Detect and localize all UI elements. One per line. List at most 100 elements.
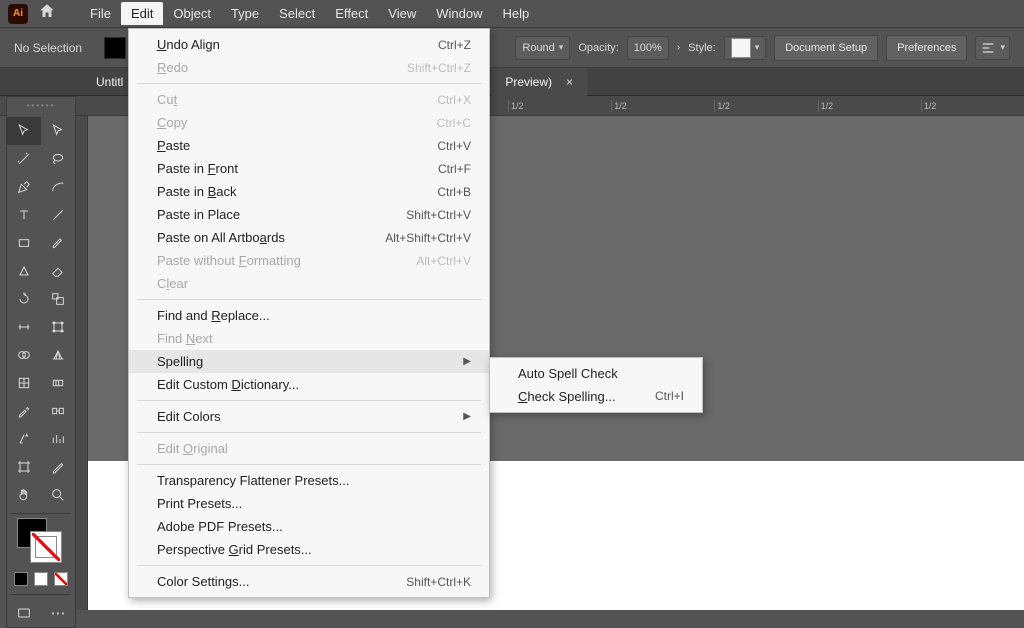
color-mode-gradient[interactable] [34, 572, 48, 586]
menu-item-label: Print Presets... [157, 496, 242, 511]
opacity-value: 100% [634, 42, 662, 54]
symbol-sprayer-tool[interactable] [7, 425, 41, 453]
lasso-tool[interactable] [41, 145, 75, 173]
mesh-tool[interactable] [7, 369, 41, 397]
menu-item-label: Adobe PDF Presets... [157, 519, 283, 534]
menu-item-color-settings[interactable]: Color Settings...Shift+Ctrl+K [129, 570, 489, 593]
menu-item-label: Cut [157, 92, 177, 107]
menu-item-copy: CopyCtrl+C [129, 111, 489, 134]
cap-dropdown[interactable]: Round ▾ [515, 36, 570, 60]
document-tab[interactable]: Preview) × [491, 68, 587, 96]
opacity-field[interactable]: 100% [627, 36, 669, 60]
slice-tool[interactable] [41, 453, 75, 481]
menu-view[interactable]: View [378, 2, 426, 25]
perspective-grid-tool[interactable] [41, 341, 75, 369]
menu-item-paste-in-back[interactable]: Paste in BackCtrl+B [129, 180, 489, 203]
chevron-down-icon: ▾ [559, 42, 564, 53]
color-mode-none[interactable] [54, 572, 68, 586]
blend-tool[interactable] [41, 397, 75, 425]
edit-menu-dropdown: Undo AlignCtrl+ZRedoShift+Ctrl+ZCutCtrl+… [128, 28, 490, 598]
menu-item-label: Perspective Grid Presets... [157, 542, 312, 557]
menu-select[interactable]: Select [269, 2, 325, 25]
menu-item-paste-on-all-artboards[interactable]: Paste on All ArtboardsAlt+Shift+Ctrl+V [129, 226, 489, 249]
shape-builder-tool[interactable] [7, 341, 41, 369]
align-menu[interactable]: ▾ [975, 36, 1010, 60]
menu-item-edit-custom-dictionary[interactable]: Edit Custom Dictionary... [129, 373, 489, 396]
curvature-tool[interactable] [41, 173, 75, 201]
menu-edit[interactable]: Edit [121, 2, 163, 25]
panel-grip-icon[interactable]: •••••• [27, 101, 56, 110]
zoom-tool[interactable] [41, 481, 75, 509]
selection-label: No Selection [14, 41, 82, 55]
menu-item-edit-original: Edit Original [129, 437, 489, 460]
close-tab-icon[interactable]: × [566, 75, 573, 89]
style-dropdown[interactable]: ▾ [724, 36, 767, 60]
menu-item-transparency-flattener-presets[interactable]: Transparency Flattener Presets... [129, 469, 489, 492]
submenu-arrow-icon: ▶ [463, 356, 471, 367]
direct-selection-tool[interactable] [41, 117, 75, 145]
selection-tool[interactable] [7, 117, 41, 145]
eraser-tool[interactable] [41, 257, 75, 285]
gradient-tool[interactable] [41, 369, 75, 397]
menu-item-paste-in-front[interactable]: Paste in FrontCtrl+F [129, 157, 489, 180]
paintbrush-tool[interactable] [41, 229, 75, 257]
cap-value: Round [522, 42, 554, 54]
menu-item-spelling[interactable]: Spelling ▶ [129, 350, 489, 373]
menu-item-perspective-grid-presets[interactable]: Perspective Grid Presets... [129, 538, 489, 561]
menu-effect[interactable]: Effect [325, 2, 378, 25]
submenu-item-auto-spell-check[interactable]: Auto Spell Check [490, 362, 702, 385]
free-transform-tool[interactable] [41, 313, 75, 341]
menu-item-label: Transparency Flattener Presets... [157, 473, 349, 488]
fill-stroke-control[interactable] [13, 518, 69, 568]
fill-swatch[interactable] [104, 37, 126, 59]
menu-type[interactable]: Type [221, 2, 269, 25]
color-mode-solid[interactable] [14, 572, 28, 586]
menu-item-paste[interactable]: PasteCtrl+V [129, 134, 489, 157]
submenu-item-check-spelling[interactable]: Check Spelling...Ctrl+I [490, 385, 702, 408]
scale-tool[interactable] [41, 285, 75, 313]
chevron-right-icon[interactable]: › [677, 42, 680, 53]
menu-item-shortcut: Ctrl+C [437, 116, 471, 130]
menu-item-label: Paste on All Artboards [157, 230, 285, 245]
ruler-tick: 1/2 [714, 100, 817, 112]
spelling-submenu: Auto Spell CheckCheck Spelling...Ctrl+I [489, 357, 703, 413]
fill-stroke-swatches[interactable] [104, 37, 126, 59]
menu-item-undo-align[interactable]: Undo AlignCtrl+Z [129, 33, 489, 56]
stroke-color[interactable] [31, 532, 61, 562]
rotate-tool[interactable] [7, 285, 41, 313]
menu-item-shortcut: Shift+Ctrl+V [406, 208, 471, 222]
preferences-button[interactable]: Preferences [886, 35, 967, 61]
home-icon[interactable] [38, 2, 56, 25]
type-tool[interactable] [7, 201, 41, 229]
menu-item-find-and-replace[interactable]: Find and Replace... [129, 304, 489, 327]
menu-item-paste-without-formatting: Paste without FormattingAlt+Ctrl+V [129, 249, 489, 272]
shaper-tool[interactable] [7, 257, 41, 285]
menu-item-print-presets[interactable]: Print Presets... [129, 492, 489, 515]
menu-window[interactable]: Window [426, 2, 492, 25]
menu-object[interactable]: Object [163, 2, 221, 25]
menu-item-shortcut: Ctrl+B [437, 185, 471, 199]
line-segment-tool[interactable] [41, 201, 75, 229]
column-graph-tool[interactable] [41, 425, 75, 453]
menu-item-adobe-pdf-presets[interactable]: Adobe PDF Presets... [129, 515, 489, 538]
eyedropper-tool[interactable] [7, 397, 41, 425]
hand-tool[interactable] [7, 481, 41, 509]
width-tool[interactable] [7, 313, 41, 341]
edit-toolbar-button[interactable]: ⋯ [41, 599, 75, 627]
document-setup-button[interactable]: Document Setup [774, 35, 878, 61]
menu-help[interactable]: Help [492, 2, 539, 25]
menu-item-find-next: Find Next [129, 327, 489, 350]
artboard-tool[interactable] [7, 453, 41, 481]
rectangle-tool[interactable] [7, 229, 41, 257]
menu-item-label: Edit Original [157, 441, 228, 456]
magic-wand-tool[interactable] [7, 145, 41, 173]
menu-item-paste-in-place[interactable]: Paste in PlaceShift+Ctrl+V [129, 203, 489, 226]
screen-mode-tool[interactable] [7, 599, 41, 627]
menu-item-label: Spelling [157, 354, 203, 369]
menu-item-label: Find and Replace... [157, 308, 270, 323]
menu-item-edit-colors[interactable]: Edit Colors▶ [129, 405, 489, 428]
menu-file[interactable]: File [80, 2, 121, 25]
menu-item-clear: Clear [129, 272, 489, 295]
menu-item-shortcut: Ctrl+X [437, 93, 471, 107]
pen-tool[interactable] [7, 173, 41, 201]
